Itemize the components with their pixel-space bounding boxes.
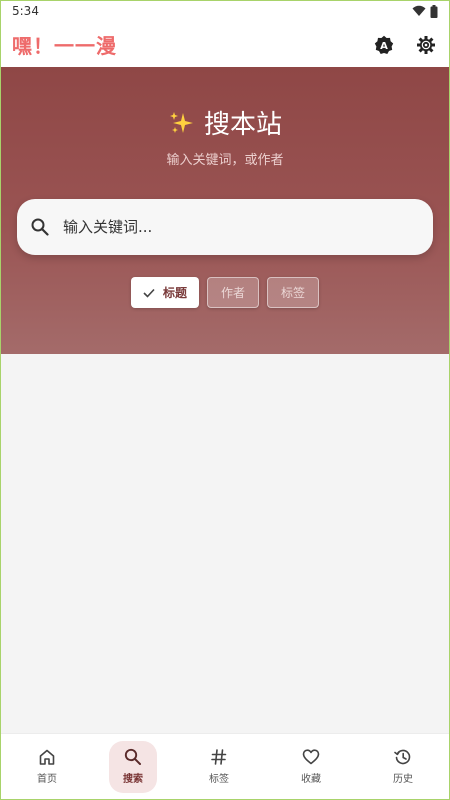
nav-label: 历史 [393, 774, 413, 785]
history-icon [394, 749, 411, 765]
hero-title-text: 搜本站 [203, 110, 282, 140]
nav-item-history[interactable]: 历史 [373, 741, 433, 793]
nav-item-search[interactable]: 搜索 [109, 740, 157, 793]
filter-chip-author[interactable]: 作者 [207, 277, 259, 308]
search-hero: 搜本站 输入关键词，或作者 标题 作者 标签 [1, 67, 449, 354]
status-time: 5:34 [12, 4, 39, 18]
svg-text:A: A [380, 41, 388, 52]
app-title: 嘿！一一漫 [12, 34, 117, 58]
filter-chip-tag[interactable]: 标签 [267, 277, 319, 308]
nav-label: 搜索 [123, 774, 143, 785]
gear-icon[interactable] [414, 33, 438, 57]
nav-item-tags[interactable]: 标签 [189, 741, 249, 793]
nav-item-favorites[interactable]: 收藏 [281, 741, 341, 793]
search-icon [31, 218, 49, 236]
heart-icon [302, 749, 320, 765]
battery-icon [430, 4, 438, 18]
search-filter-chips: 标题 作者 标签 [1, 277, 449, 308]
nav-label: 首页 [37, 774, 57, 785]
app-bar: 嘿！一一漫 A [0, 22, 450, 67]
nav-label: 标签 [209, 774, 229, 785]
filter-chip-label: 标签 [280, 286, 305, 300]
filter-chip-label: 作者 [220, 286, 245, 300]
bottom-navigation: 首页 搜索 标签 收藏 历史 [1, 733, 449, 799]
search-box[interactable] [17, 199, 433, 255]
home-icon [39, 749, 55, 765]
search-icon [124, 748, 141, 765]
translate-a-icon[interactable]: A [372, 33, 396, 57]
nav-item-home[interactable]: 首页 [17, 741, 77, 793]
nav-label: 收藏 [301, 774, 321, 785]
status-bar: 5:34 [0, 0, 450, 22]
sparkles-icon [169, 111, 193, 133]
wifi-icon [412, 5, 426, 16]
filter-chip-label: 标题 [162, 286, 187, 300]
hero-subtitle: 输入关键词，或作者 [166, 153, 284, 168]
hash-icon [211, 749, 227, 765]
filter-chip-title[interactable]: 标题 [130, 277, 199, 308]
check-icon [143, 288, 155, 298]
hero-title: 搜本站 [1, 104, 449, 141]
search-input[interactable] [63, 218, 393, 236]
